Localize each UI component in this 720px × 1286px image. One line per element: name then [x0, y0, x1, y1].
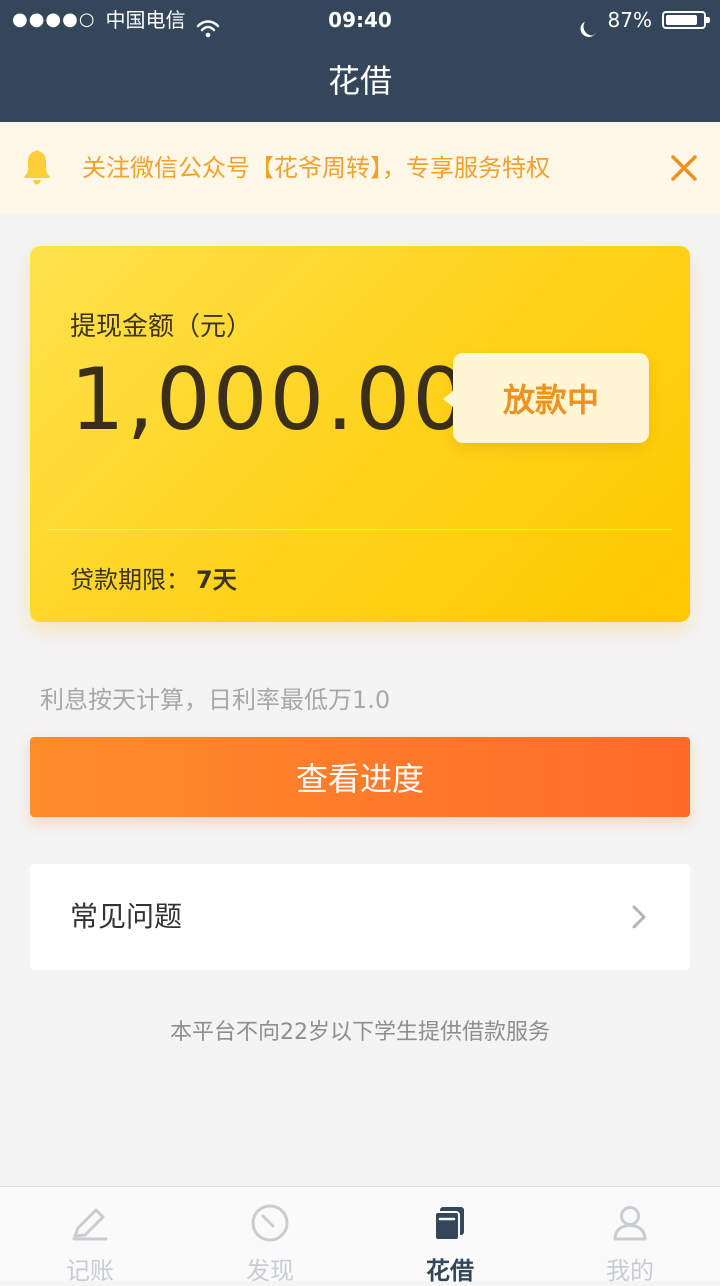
withdraw-card: 提现金额（元） 1,000.00 放款中 贷款期限： 7天 — [30, 246, 690, 622]
page-title: 花借 — [327, 62, 392, 100]
moon-icon — [580, 11, 598, 37]
loan-term-label: 贷款期限： — [70, 566, 190, 594]
withdraw-amount-label: 提现金额（元） — [70, 312, 253, 342]
user-icon — [608, 1201, 652, 1245]
status-bar: ●●●●○ 中国电信 09:40 87% — [0, 0, 720, 40]
tab-huajie[interactable]: 花借 — [360, 1187, 540, 1285]
notice-text: 关注微信公众号【花爷周转】，专享服务特权 — [82, 154, 550, 182]
tab-label: 记账 — [66, 1257, 114, 1285]
bell-icon — [22, 149, 52, 187]
withdraw-amount: 1,000.00 — [70, 350, 469, 450]
card-divider — [48, 529, 672, 530]
disclaimer-text: 本平台不向22岁以下学生提供借款服务 — [170, 1020, 550, 1045]
view-progress-button[interactable]: 查看进度 — [30, 737, 690, 817]
stack-icon — [428, 1201, 472, 1245]
tab-mine[interactable]: 我的 — [540, 1187, 720, 1285]
loan-term-value: 7天 — [196, 566, 237, 594]
tab-label: 发现 — [246, 1257, 294, 1285]
interest-info: 利息按天计算，日利率最低万1.0 — [40, 686, 391, 714]
faq-row[interactable]: 常见问题 — [30, 864, 690, 970]
battery-percent: 87% — [607, 8, 652, 32]
tab-discover[interactable]: 发现 — [180, 1187, 360, 1285]
loan-status-badge: 放款中 — [443, 353, 649, 443]
top-bar: ●●●●○ 中国电信 09:40 87% 花借 — [0, 0, 720, 122]
battery-fill — [666, 15, 698, 25]
tab-label: 花借 — [426, 1257, 474, 1285]
status-right: 87% — [580, 0, 710, 40]
compass-icon — [248, 1201, 292, 1245]
pencil-icon — [68, 1201, 112, 1245]
tab-label: 我的 — [606, 1257, 654, 1285]
notice-banner: 关注微信公众号【花爷周转】，专享服务特权 — [0, 122, 720, 214]
bottom-tab-bar: 记账 发现 花借 我的 — [0, 1186, 720, 1285]
loan-term: 贷款期限： 7天 — [70, 560, 237, 595]
chevron-right-icon — [628, 904, 650, 930]
battery-icon — [662, 11, 710, 29]
tab-accounting[interactable]: 记账 — [0, 1187, 180, 1285]
close-icon[interactable] — [664, 148, 704, 188]
faq-label: 常见问题 — [70, 900, 183, 933]
